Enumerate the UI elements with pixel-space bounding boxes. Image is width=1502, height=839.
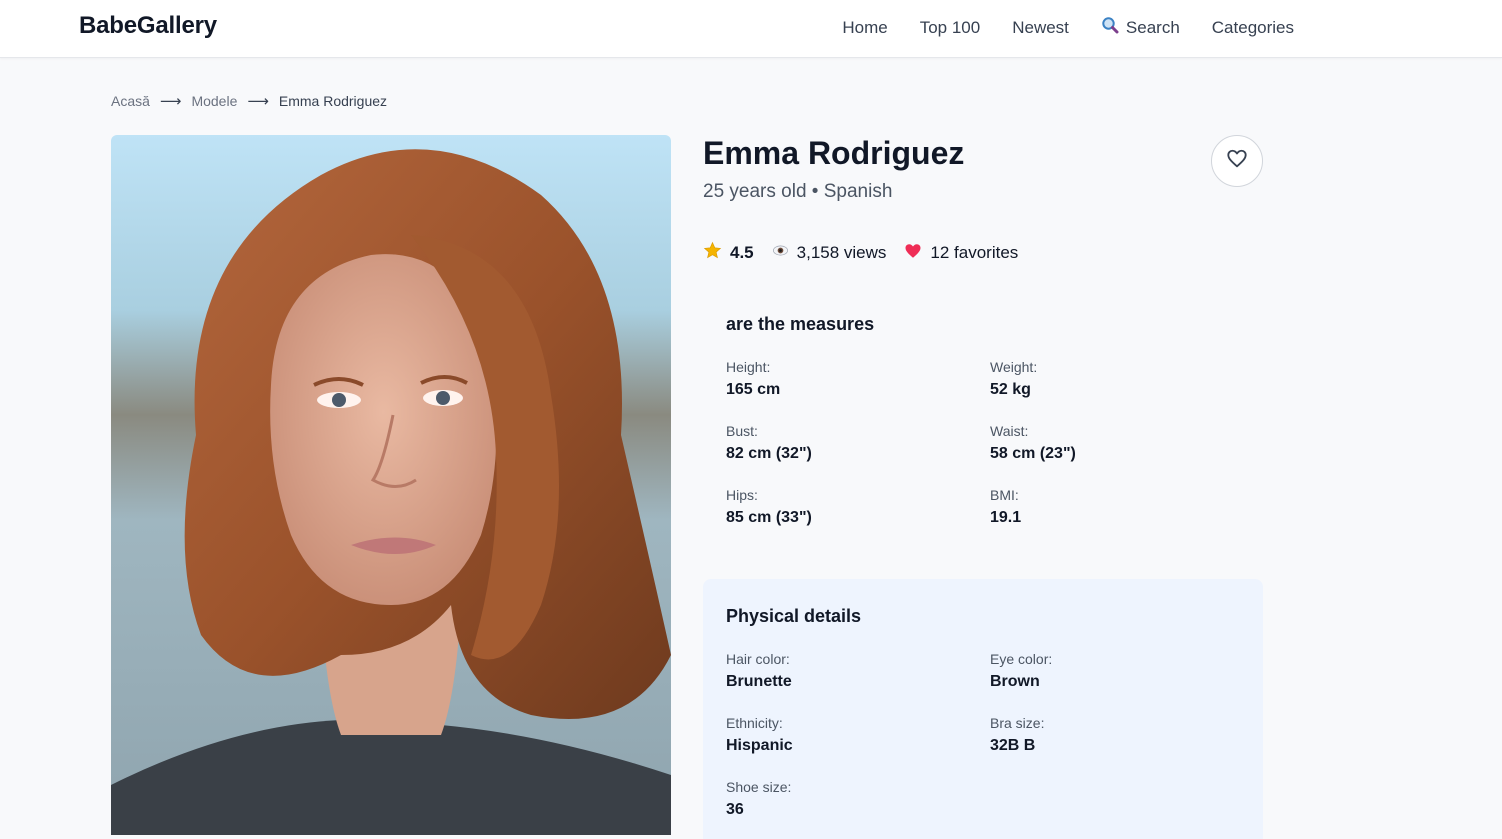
detail-label: Ethnicity: [726,715,783,731]
breadcrumb-separator: ⟶ [159,93,182,110]
detail-value: 32B B [990,737,1036,754]
measure-weight: Weight: 52 kg [990,359,1037,399]
measure-label: Hips: [726,487,758,503]
model-subline: 25 years old • Spanish [703,181,892,203]
measure-value: 165 cm [726,381,781,398]
stats-row: 4.5 3,158 views 12 favorites [703,241,1018,265]
views-stat: 3,158 views [772,242,887,264]
model-nationality: Spanish [823,181,893,202]
detail-shoe-size: Shoe size: 36 [726,779,791,819]
detail-label: Hair color: [726,651,790,667]
nav-search[interactable]: Search [1101,16,1180,39]
model-name: Emma Rodriguez [703,135,965,171]
heart-icon [904,242,922,265]
measures-section: are the measures Height: 165 cm Weight: … [703,290,1263,550]
measure-value: 52 kg [990,381,1031,398]
measure-value: 19.1 [990,509,1022,526]
measure-value: 85 cm (33") [726,509,812,526]
measure-label: Waist: [990,423,1029,439]
measure-value: 82 cm (32") [726,445,812,462]
physical-details-section: Physical details Hair color: Brunette Ey… [703,579,1263,839]
measure-bust: Bust: 82 cm (32") [726,423,812,463]
star-icon [703,241,722,265]
rating-value: 4.5 [730,243,754,262]
detail-ethnicity: Ethnicity: Hispanic [726,715,793,755]
detail-label: Eye color: [990,651,1053,667]
model-age: 25 years old [703,181,807,202]
nav-home-label: Home [842,17,888,37]
rating-stat: 4.5 [703,241,754,265]
nav-top-100-label: Top 100 [919,17,981,37]
favorites-count: 12 favorites [930,243,1019,262]
detail-label: Bra size: [990,715,1045,731]
measure-bmi: BMI: 19.1 [990,487,1021,527]
favorite-button[interactable] [1211,135,1263,187]
main-nav: Home Top 100 Newest Search Categories [842,16,1294,39]
measure-label: Weight: [990,359,1038,375]
detail-bra-size: Bra size: 32B B [990,715,1044,755]
measure-value: 58 cm (23") [990,445,1076,462]
brand-logo[interactable]: BabeGallery [79,12,217,40]
breadcrumb-home[interactable]: Acasă [111,93,150,109]
detail-value: Brown [990,673,1040,690]
measure-height: Height: 165 cm [726,359,780,399]
nav-search-label: Search [1125,17,1180,37]
eye-icon [772,242,789,264]
nav-top-100[interactable]: Top 100 [920,18,981,38]
nav-categories[interactable]: Categories [1212,18,1294,38]
views-count: 3,158 views [796,243,887,262]
detail-value: 36 [726,801,744,818]
detail-value: Brunette [726,673,792,690]
detail-hair-color: Hair color: Brunette [726,651,792,691]
profile-photo[interactable] [111,135,671,835]
search-icon [1101,16,1119,39]
breadcrumb-models[interactable]: Modele [191,93,237,109]
breadcrumb-current: Emma Rodriguez [278,93,388,109]
measures-title: are the measures [726,314,875,334]
measure-label: BMI: [990,487,1019,503]
detail-value: Hispanic [726,737,793,754]
physical-details-title: Physical details [726,606,862,626]
nav-newest[interactable]: Newest [1012,18,1069,38]
breadcrumb: Acasă ⟶ Modele ⟶ Emma Rodriguez [111,92,387,110]
detail-label: Shoe size: [726,779,792,795]
nav-home[interactable]: Home [842,18,887,38]
measure-label: Height: [726,359,771,375]
measure-label: Bust: [726,423,758,439]
measure-waist: Waist: 58 cm (23") [990,423,1076,463]
breadcrumb-separator: ⟶ [247,93,269,110]
favorites-stat: 12 favorites [904,242,1018,265]
detail-eye-color: Eye color: Brown [990,651,1052,691]
nav-categories-label: Categories [1211,17,1294,37]
nav-newest-label: Newest [1012,17,1069,37]
top-navbar: BabeGallery Home Top 100 Newest Search C… [0,0,1502,58]
separator-dot: • [811,181,819,202]
heart-outline-icon [1226,148,1248,175]
measure-hips: Hips: 85 cm (33") [726,487,812,527]
